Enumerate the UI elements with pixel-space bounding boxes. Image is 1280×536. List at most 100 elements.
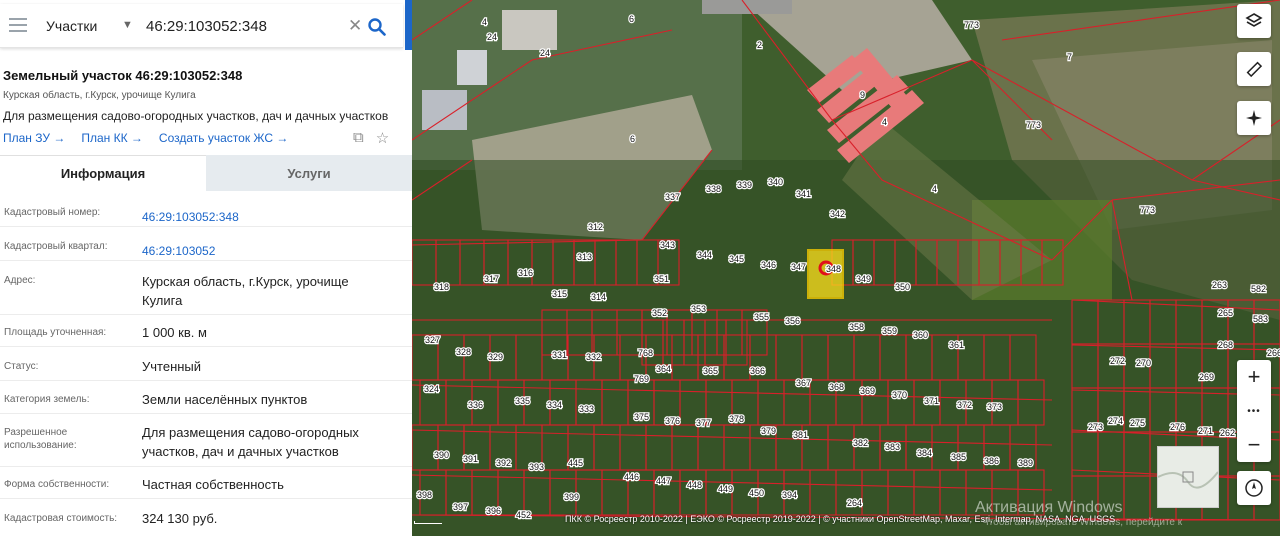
parcel-number-label: 392 xyxy=(496,458,511,468)
parcel-number-label: 361 xyxy=(949,340,964,350)
compass-button[interactable] xyxy=(1237,471,1271,505)
parcel-number-label: 24 xyxy=(540,48,550,58)
chevron-down-icon[interactable]: ▼ xyxy=(122,19,133,31)
parcel-number-label: 344 xyxy=(697,250,712,260)
zoom-to-icon[interactable]: ⧉ xyxy=(353,129,364,147)
create-zhs-link[interactable]: Создать участок ЖС → xyxy=(159,131,288,145)
parcel-number-label: 337 xyxy=(665,192,680,202)
parcel-number-label: 446 xyxy=(624,472,639,482)
parcel-number-label: 383 xyxy=(885,442,900,452)
parcel-number-label: 266 xyxy=(1267,348,1280,358)
parcel-number-label: 2 xyxy=(757,40,762,50)
plan-kk-link[interactable]: План КК → xyxy=(81,131,143,145)
locate-button[interactable] xyxy=(1237,101,1271,135)
menu-icon[interactable] xyxy=(9,18,27,32)
search-icon[interactable] xyxy=(368,18,386,36)
parcel-number-label: 318 xyxy=(434,282,449,292)
parcel-number-label: 389 xyxy=(1018,458,1033,468)
parcel-number-label: 381 xyxy=(793,430,808,440)
cadastral-number-link[interactable]: 46:29:103052:348 xyxy=(142,208,404,227)
parcel-number-label: 448 xyxy=(687,480,702,490)
cadastral-value: 324 130 руб. xyxy=(142,511,218,526)
parcel-number-label: 329 xyxy=(488,352,503,362)
parcel-number-label: 397 xyxy=(453,502,468,512)
parcel-number-label: 346 xyxy=(761,260,776,270)
parcel-number-label: 331 xyxy=(552,350,567,360)
divider xyxy=(0,314,412,315)
compass-icon xyxy=(1245,479,1263,497)
parcel-title: Земельный участок 46:29:103052:348 xyxy=(3,68,243,83)
row-label: Разрешенное использование: xyxy=(4,427,77,451)
parcel-number-label: 270 xyxy=(1136,358,1151,368)
parcel-number-label: 447 xyxy=(656,476,671,486)
parcel-number-label: 373 xyxy=(987,402,1002,412)
parcel-number-label: 268 xyxy=(1218,340,1233,350)
parcel-number-label: 328 xyxy=(456,347,471,357)
parcel-usage: Для размещения садово-огородных участков… xyxy=(3,109,389,123)
tab-services[interactable]: Услуги xyxy=(206,155,412,191)
parcel-number-label: 375 xyxy=(634,412,649,422)
parcel-number-label: 335 xyxy=(515,396,530,406)
zoom-in-button[interactable]: + xyxy=(1237,360,1271,394)
parcel-number-label: 359 xyxy=(882,326,897,336)
parcel-number-label: 353 xyxy=(691,304,706,314)
zoom-out-button[interactable]: − xyxy=(1237,428,1271,462)
parcel-number-label: 340 xyxy=(768,177,783,187)
parcel-number-label: 324 xyxy=(424,384,439,394)
divider xyxy=(0,498,412,499)
star-icon[interactable]: ☆ xyxy=(376,129,389,147)
parcel-number-label: 345 xyxy=(729,254,744,264)
parcel-number-label: 452 xyxy=(516,510,531,520)
parcel-number-label: 332 xyxy=(586,352,601,362)
map-attribution: ПКК © Росреестр 2010-2022 | ЕЭКО © Росре… xyxy=(565,514,1116,524)
parcel-number-label: 269 xyxy=(1199,372,1214,382)
cadastral-quarter-link[interactable]: 46:29:103052 xyxy=(142,242,404,261)
parcel-number-label: 338 xyxy=(706,184,721,194)
divider xyxy=(0,380,412,381)
close-icon[interactable]: ✕ xyxy=(348,16,362,36)
parcel-number-label: 316 xyxy=(518,268,533,278)
map-view[interactable]: 4 6 24 2 773 7 9 4 24 6 773 4 773 337 338 339 340 341 342 3… xyxy=(412,0,1280,536)
row-label: Кадастровый квартал: xyxy=(4,241,108,252)
parcel-number-label: 4 xyxy=(932,184,937,194)
parcel-number-label: 343 xyxy=(660,240,675,250)
row-label: Статус: xyxy=(4,361,39,372)
parcel-number-label: 370 xyxy=(892,390,907,400)
tab-info[interactable]: Информация xyxy=(0,155,206,191)
satellite-map[interactable]: 4 62427737942467734773337338 339 3403413423… xyxy=(412,0,1280,536)
parcel-number-label: 352 xyxy=(652,308,667,318)
area-value: 1 000 кв. м xyxy=(142,325,207,340)
info-panel: Участки ▼ 46:29:103052:348 ✕ Земельный у… xyxy=(0,0,412,536)
row-label: Кадастровый номер: xyxy=(4,207,101,218)
parcel-number-label: 356 xyxy=(785,316,800,326)
parcel-number-label: 391 xyxy=(463,454,478,464)
parcel-number-label: 393 xyxy=(529,462,544,472)
parcel-number-label: 449 xyxy=(718,484,733,494)
parcel-number-label: 364 xyxy=(656,364,671,374)
parcel-number-label: 372 xyxy=(957,400,972,410)
collapse-panel-button[interactable] xyxy=(405,0,412,50)
parcel-number-label: 445 xyxy=(568,458,583,468)
measure-button[interactable] xyxy=(1237,52,1271,86)
parcel-number-label: 334 xyxy=(547,400,562,410)
divider xyxy=(0,346,412,347)
parcel-number-label: 396 xyxy=(486,506,501,516)
search-input[interactable]: 46:29:103052:348 xyxy=(146,18,267,35)
parcel-number-label: 341 xyxy=(796,189,811,199)
parcel-number-label: 583 xyxy=(1253,314,1268,324)
plan-zu-link[interactable]: План ЗУ → xyxy=(3,131,65,145)
parcel-number-label: 336 xyxy=(468,400,483,410)
parcel-number-label: 265 xyxy=(1218,308,1233,318)
parcel-number-label: 262 xyxy=(1220,428,1235,438)
parcel-number-label: 6 xyxy=(630,134,635,144)
parcel-number-label: 376 xyxy=(665,416,680,426)
minimap[interactable] xyxy=(1157,446,1219,508)
parcel-number-label: 358 xyxy=(849,322,864,332)
zoom-more-button[interactable]: ••• xyxy=(1237,394,1271,428)
layers-button[interactable] xyxy=(1237,4,1271,38)
crosshair-icon xyxy=(1246,110,1262,126)
parcel-number-label: 366 xyxy=(750,366,765,376)
layer-select[interactable]: Участки xyxy=(46,18,97,34)
parcel-number-label: 263 xyxy=(1212,280,1227,290)
parcel-number-label: 769 xyxy=(634,374,649,384)
